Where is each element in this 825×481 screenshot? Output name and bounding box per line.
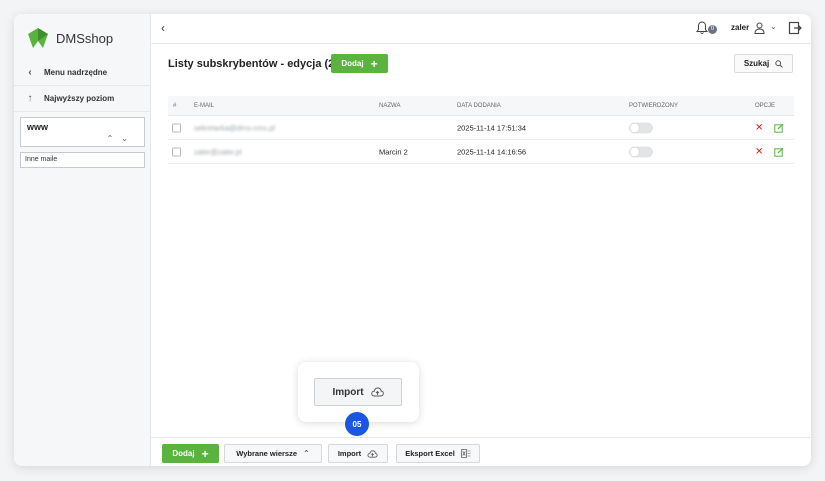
edit-icon[interactable] bbox=[774, 147, 784, 157]
plus-icon: + bbox=[201, 446, 209, 461]
footer-add-label: Dodaj bbox=[172, 449, 195, 458]
collapse-chevron-icon[interactable]: ‹ bbox=[161, 21, 165, 35]
selected-rows-button[interactable]: Wybrane wiersze ⌃ bbox=[224, 444, 322, 463]
cloud-upload-icon bbox=[367, 449, 378, 458]
add-button[interactable]: Dodaj + bbox=[331, 54, 388, 73]
notification-badge: 0 bbox=[708, 25, 717, 34]
confirmed-toggle[interactable] bbox=[629, 122, 653, 133]
footer-add-button[interactable]: Dodaj + bbox=[162, 444, 219, 463]
column-header-options: OPCJE bbox=[755, 102, 776, 109]
dmsshop-logo-icon bbox=[28, 28, 48, 48]
import-button-highlighted[interactable]: Import bbox=[314, 378, 402, 406]
add-button-label: Dodaj bbox=[341, 59, 364, 68]
column-header-name[interactable]: NAZWA bbox=[379, 103, 400, 109]
row-date: 2025-11-14 14:16:56 bbox=[457, 147, 527, 156]
sidebar-item-label: Menu nadrzędne bbox=[44, 68, 108, 77]
row-name: Marcin 2 bbox=[379, 147, 408, 156]
row-checkbox[interactable] bbox=[172, 123, 181, 132]
bell-icon[interactable] bbox=[696, 21, 708, 35]
search-button[interactable]: Szukaj bbox=[734, 54, 793, 73]
footer-toolbar: Dodaj + Wybrane wiersze ⌃ Import Eksport… bbox=[151, 437, 811, 466]
delete-icon[interactable]: ✕ bbox=[755, 122, 763, 133]
plus-icon: + bbox=[370, 56, 378, 71]
export-excel-label: Eksport Excel bbox=[405, 449, 455, 458]
sidebar-item-top-level[interactable]: ↑ Najwyższy poziom bbox=[14, 86, 151, 112]
logo[interactable]: DMSshop bbox=[26, 26, 113, 50]
level-select-value: www bbox=[27, 122, 49, 132]
delete-icon[interactable]: ✕ bbox=[755, 146, 763, 157]
column-header-date[interactable]: DATA DODANIA bbox=[457, 103, 501, 109]
step-badge: 05 bbox=[345, 412, 369, 436]
cloud-upload-icon bbox=[370, 387, 384, 397]
search-icon bbox=[775, 59, 784, 68]
user-name[interactable]: zaler bbox=[731, 23, 749, 32]
sidebar-item-label: Najwyższy poziom bbox=[44, 94, 115, 103]
row-email: sekretarka@dms-cms.pl bbox=[194, 123, 275, 132]
import-button[interactable]: Import bbox=[328, 444, 388, 463]
page-title: Listy subskrybentów - edycja (2) bbox=[168, 58, 338, 70]
table-row: zaler@zaler.pl Marcin 2 2025-11-14 14:16… bbox=[168, 140, 794, 164]
excel-icon bbox=[460, 449, 471, 458]
logout-icon[interactable] bbox=[788, 21, 802, 35]
row-checkbox[interactable] bbox=[172, 147, 181, 156]
edit-icon[interactable] bbox=[774, 123, 784, 133]
subscribers-table: # E-MAIL NAZWA DATA DODANIA POTWIERDZONY… bbox=[168, 96, 794, 164]
chevron-left-icon: ‹ bbox=[28, 67, 32, 78]
app-window: DMSshop ‹ Menu nadrzędne ↑ Najwyższy poz… bbox=[14, 14, 811, 466]
table-header: # E-MAIL NAZWA DATA DODANIA POTWIERDZONY… bbox=[168, 96, 794, 116]
sidebar-item-parent-menu[interactable]: ‹ Menu nadrzędne bbox=[14, 60, 151, 86]
sidebar: DMSshop ‹ Menu nadrzędne ↑ Najwyższy poz… bbox=[14, 14, 151, 466]
level-select[interactable]: www ⌃⌄ bbox=[20, 117, 145, 147]
list-item-other-emails[interactable]: Inne maile bbox=[20, 152, 145, 168]
topbar: ‹ 0 zaler ⌄ bbox=[151, 14, 811, 44]
column-header-email[interactable]: E-MAIL bbox=[194, 103, 214, 109]
sort-arrows-icon[interactable]: ⌃⌄ bbox=[107, 134, 136, 143]
arrow-up-icon: ↑ bbox=[27, 93, 33, 104]
chevron-down-icon[interactable]: ⌄ bbox=[770, 22, 777, 31]
user-icon[interactable] bbox=[754, 22, 765, 34]
export-excel-button[interactable]: Eksport Excel bbox=[396, 444, 480, 463]
column-header-number[interactable]: # bbox=[173, 103, 176, 109]
confirmed-toggle[interactable] bbox=[629, 146, 653, 157]
row-email: zaler@zaler.pl bbox=[194, 147, 242, 156]
selected-rows-label: Wybrane wiersze bbox=[236, 449, 298, 458]
chevron-up-icon: ⌃ bbox=[303, 449, 310, 458]
search-button-label: Szukaj bbox=[743, 59, 770, 68]
table-row: sekretarka@dms-cms.pl 2025-11-14 17:51:3… bbox=[168, 116, 794, 140]
app-name: DMSshop bbox=[56, 30, 114, 46]
column-header-confirmed[interactable]: POTWIERDZONY bbox=[629, 103, 678, 109]
import-button-label: Import bbox=[337, 449, 362, 458]
import-label: Import bbox=[332, 386, 364, 398]
row-date: 2025-11-14 17:51:34 bbox=[457, 123, 527, 132]
